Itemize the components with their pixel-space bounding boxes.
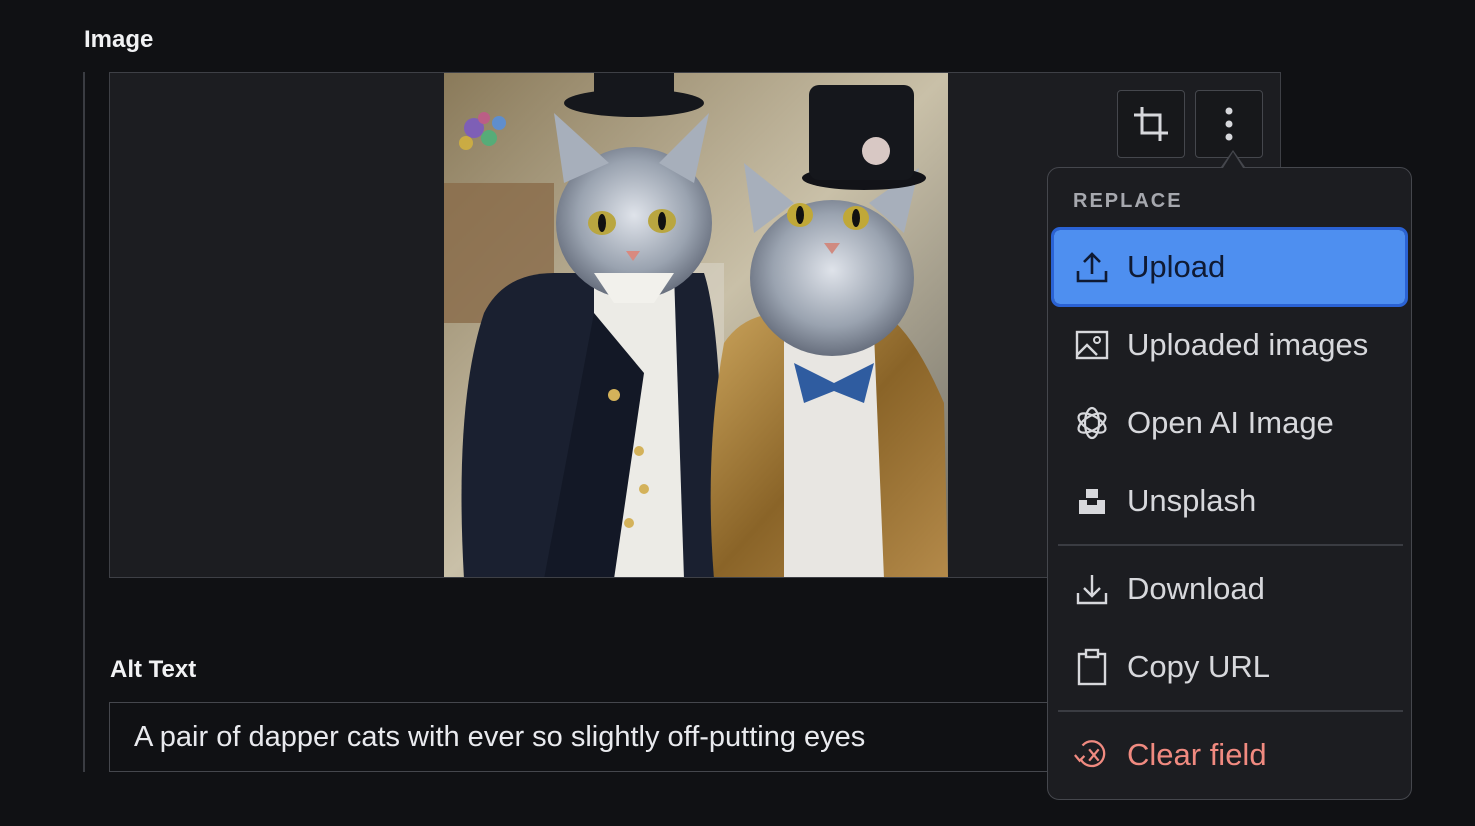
menu-item-open-ai-image[interactable]: Open AI Image <box>1054 386 1405 460</box>
more-vertical-icon <box>1225 107 1233 141</box>
download-icon <box>1073 570 1111 608</box>
menu-item-label: Download <box>1127 571 1265 606</box>
image-icon <box>1073 326 1111 364</box>
image-field-label: Image <box>84 26 154 53</box>
menu-item-label: Uploaded images <box>1127 327 1369 362</box>
menu-item-download[interactable]: Download <box>1054 552 1405 626</box>
menu-pointer-fill <box>1223 152 1243 168</box>
openai-icon <box>1073 404 1111 442</box>
menu-item-clear-field[interactable]: Clear field <box>1054 718 1405 792</box>
unsplash-icon <box>1073 482 1111 520</box>
menu-item-upload[interactable]: Upload <box>1051 227 1408 307</box>
image-field-editor: Image Alt Text A pair of dapper cats wit… <box>0 0 1475 826</box>
more-options-button[interactable] <box>1195 90 1263 158</box>
menu-item-label: Copy URL <box>1127 649 1270 684</box>
menu-item-label: Upload <box>1127 249 1226 284</box>
menu-item-copy-url[interactable]: Copy URL <box>1054 630 1405 704</box>
clipboard-icon <box>1073 648 1111 686</box>
menu-heading: REPLACE <box>1073 190 1183 212</box>
image-preview[interactable] <box>444 73 948 578</box>
crop-button[interactable] <box>1117 90 1185 158</box>
menu-divider <box>1058 710 1403 712</box>
alt-text-label: Alt Text <box>110 656 197 683</box>
menu-item-uploaded-images[interactable]: Uploaded images <box>1054 308 1405 382</box>
menu-item-label: Open AI Image <box>1127 405 1334 440</box>
clear-icon <box>1073 736 1111 774</box>
menu-item-unsplash[interactable]: Unsplash <box>1054 464 1405 538</box>
replace-menu: REPLACE Upload Uploaded images Open AI I… <box>1047 167 1412 800</box>
field-group-rule <box>83 72 85 772</box>
menu-divider <box>1058 544 1403 546</box>
crop-icon <box>1134 107 1168 141</box>
upload-icon <box>1073 248 1111 286</box>
menu-item-label: Unsplash <box>1127 483 1257 518</box>
menu-item-label: Clear field <box>1127 737 1267 772</box>
